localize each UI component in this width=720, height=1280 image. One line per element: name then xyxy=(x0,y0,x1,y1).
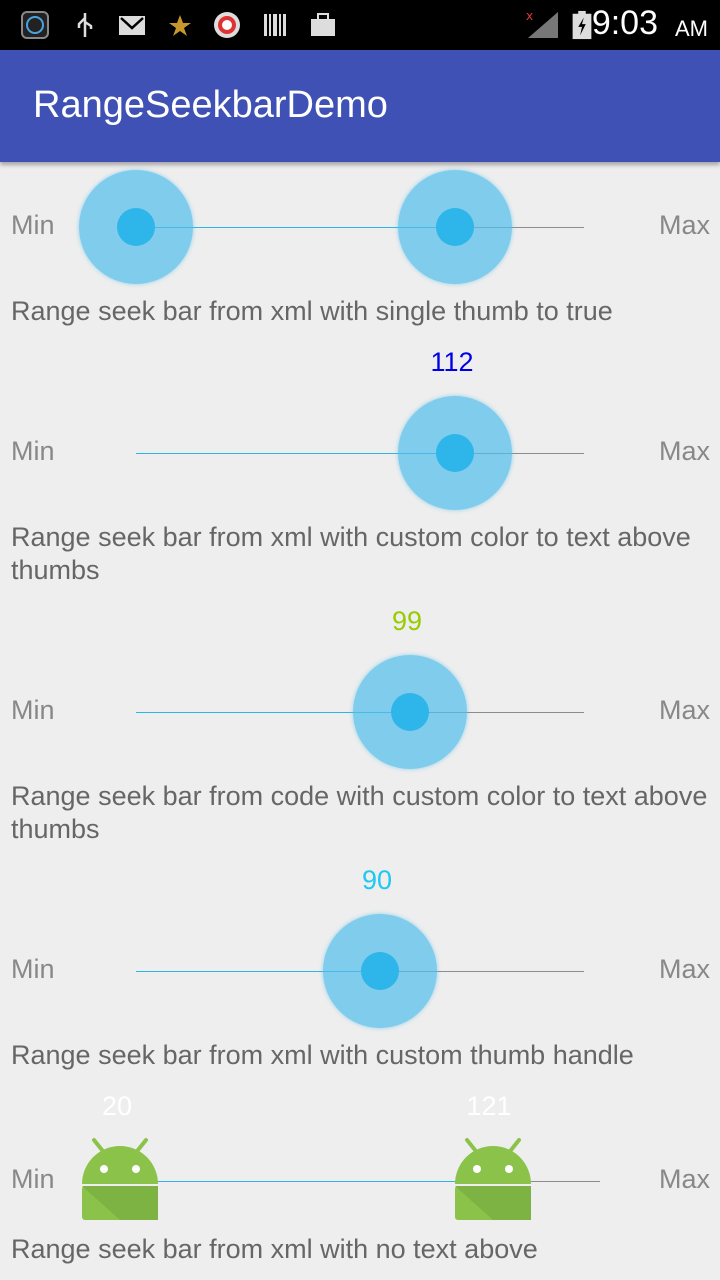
android-thumb-low-icon[interactable] xyxy=(80,1136,160,1226)
seekbar-caption: Range seek bar from code with custom col… xyxy=(11,781,708,844)
thumb-core xyxy=(436,208,474,246)
app-bar: RangeSeekbarDemo xyxy=(0,50,720,162)
thumb-core xyxy=(361,952,399,990)
thumb-value: 90 xyxy=(361,865,393,895)
min-label: Min xyxy=(11,954,55,984)
max-label: Max xyxy=(658,695,710,725)
thumb-value: 112 xyxy=(430,347,474,377)
min-label: Min xyxy=(11,695,55,725)
max-label: Max xyxy=(658,1164,710,1194)
min-label: Min xyxy=(11,1164,55,1194)
seekbar-caption: Range seek bar from xml with no text abo… xyxy=(11,1234,538,1264)
clock-ampm: AM xyxy=(675,16,708,41)
thumb-value-high: 121 xyxy=(466,1091,512,1121)
track-active xyxy=(120,1181,492,1182)
thumb-max[interactable] xyxy=(398,396,512,510)
app-title: RangeSeekbarDemo xyxy=(33,84,388,126)
seekbar-caption: Range seek bar from xml with single thum… xyxy=(11,296,613,326)
thumb-core xyxy=(391,693,429,731)
battery-icon xyxy=(572,10,592,40)
gmail-icon xyxy=(119,16,145,35)
barcode-icon xyxy=(264,14,286,36)
seekbar-caption: Range seek bar from xml with custom thum… xyxy=(11,1040,634,1070)
app-icon xyxy=(21,11,49,39)
thumb-max[interactable] xyxy=(353,655,467,769)
max-label: Max xyxy=(658,210,710,240)
face-icon xyxy=(214,12,240,38)
seekbar-caption: Range seek bar from xml with custom colo… xyxy=(11,522,691,585)
max-label: Max xyxy=(658,436,710,466)
thumb-core xyxy=(436,434,474,472)
svg-text:x: x xyxy=(526,10,533,23)
min-label: Min xyxy=(11,210,55,240)
clock-time: 9:03 xyxy=(591,4,658,42)
signal-icon: x xyxy=(526,10,558,38)
thumb-min[interactable] xyxy=(79,170,193,284)
briefcase-icon xyxy=(311,13,335,36)
status-bar: x 9:03 AM xyxy=(0,0,720,50)
max-label: Max xyxy=(658,954,710,984)
android-thumb-high-icon[interactable] xyxy=(453,1136,533,1226)
thumb-value-low: 20 xyxy=(101,1091,133,1121)
thumb-value: 99 xyxy=(391,606,423,636)
star-icon xyxy=(169,15,191,36)
thumb-core xyxy=(117,208,155,246)
thumb-max[interactable] xyxy=(398,170,512,284)
thumb-max[interactable] xyxy=(323,914,437,1028)
usb-icon xyxy=(77,13,93,37)
min-label: Min xyxy=(11,436,55,466)
